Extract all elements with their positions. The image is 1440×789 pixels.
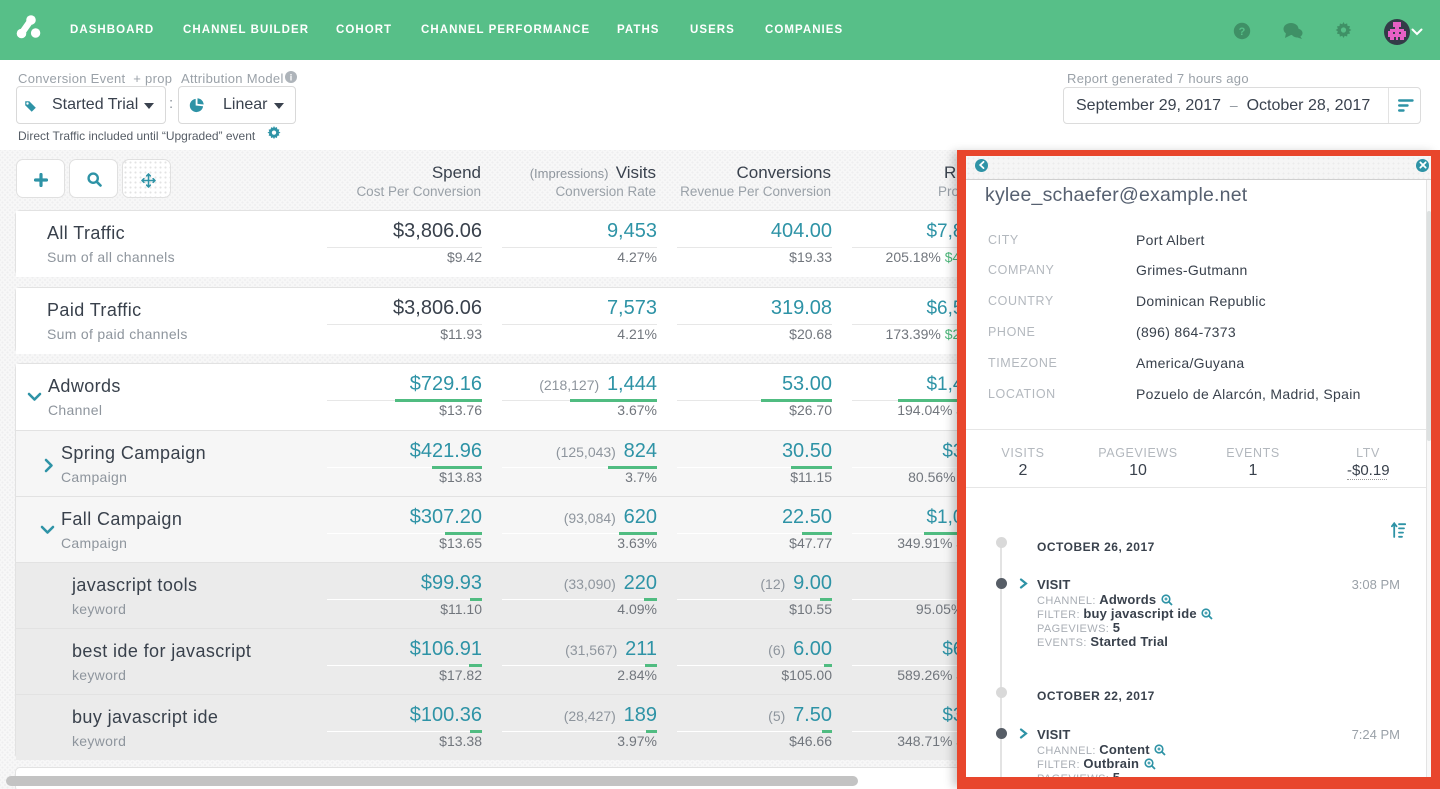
- svg-text:i: i: [290, 73, 293, 83]
- svg-text:?: ?: [1239, 26, 1246, 38]
